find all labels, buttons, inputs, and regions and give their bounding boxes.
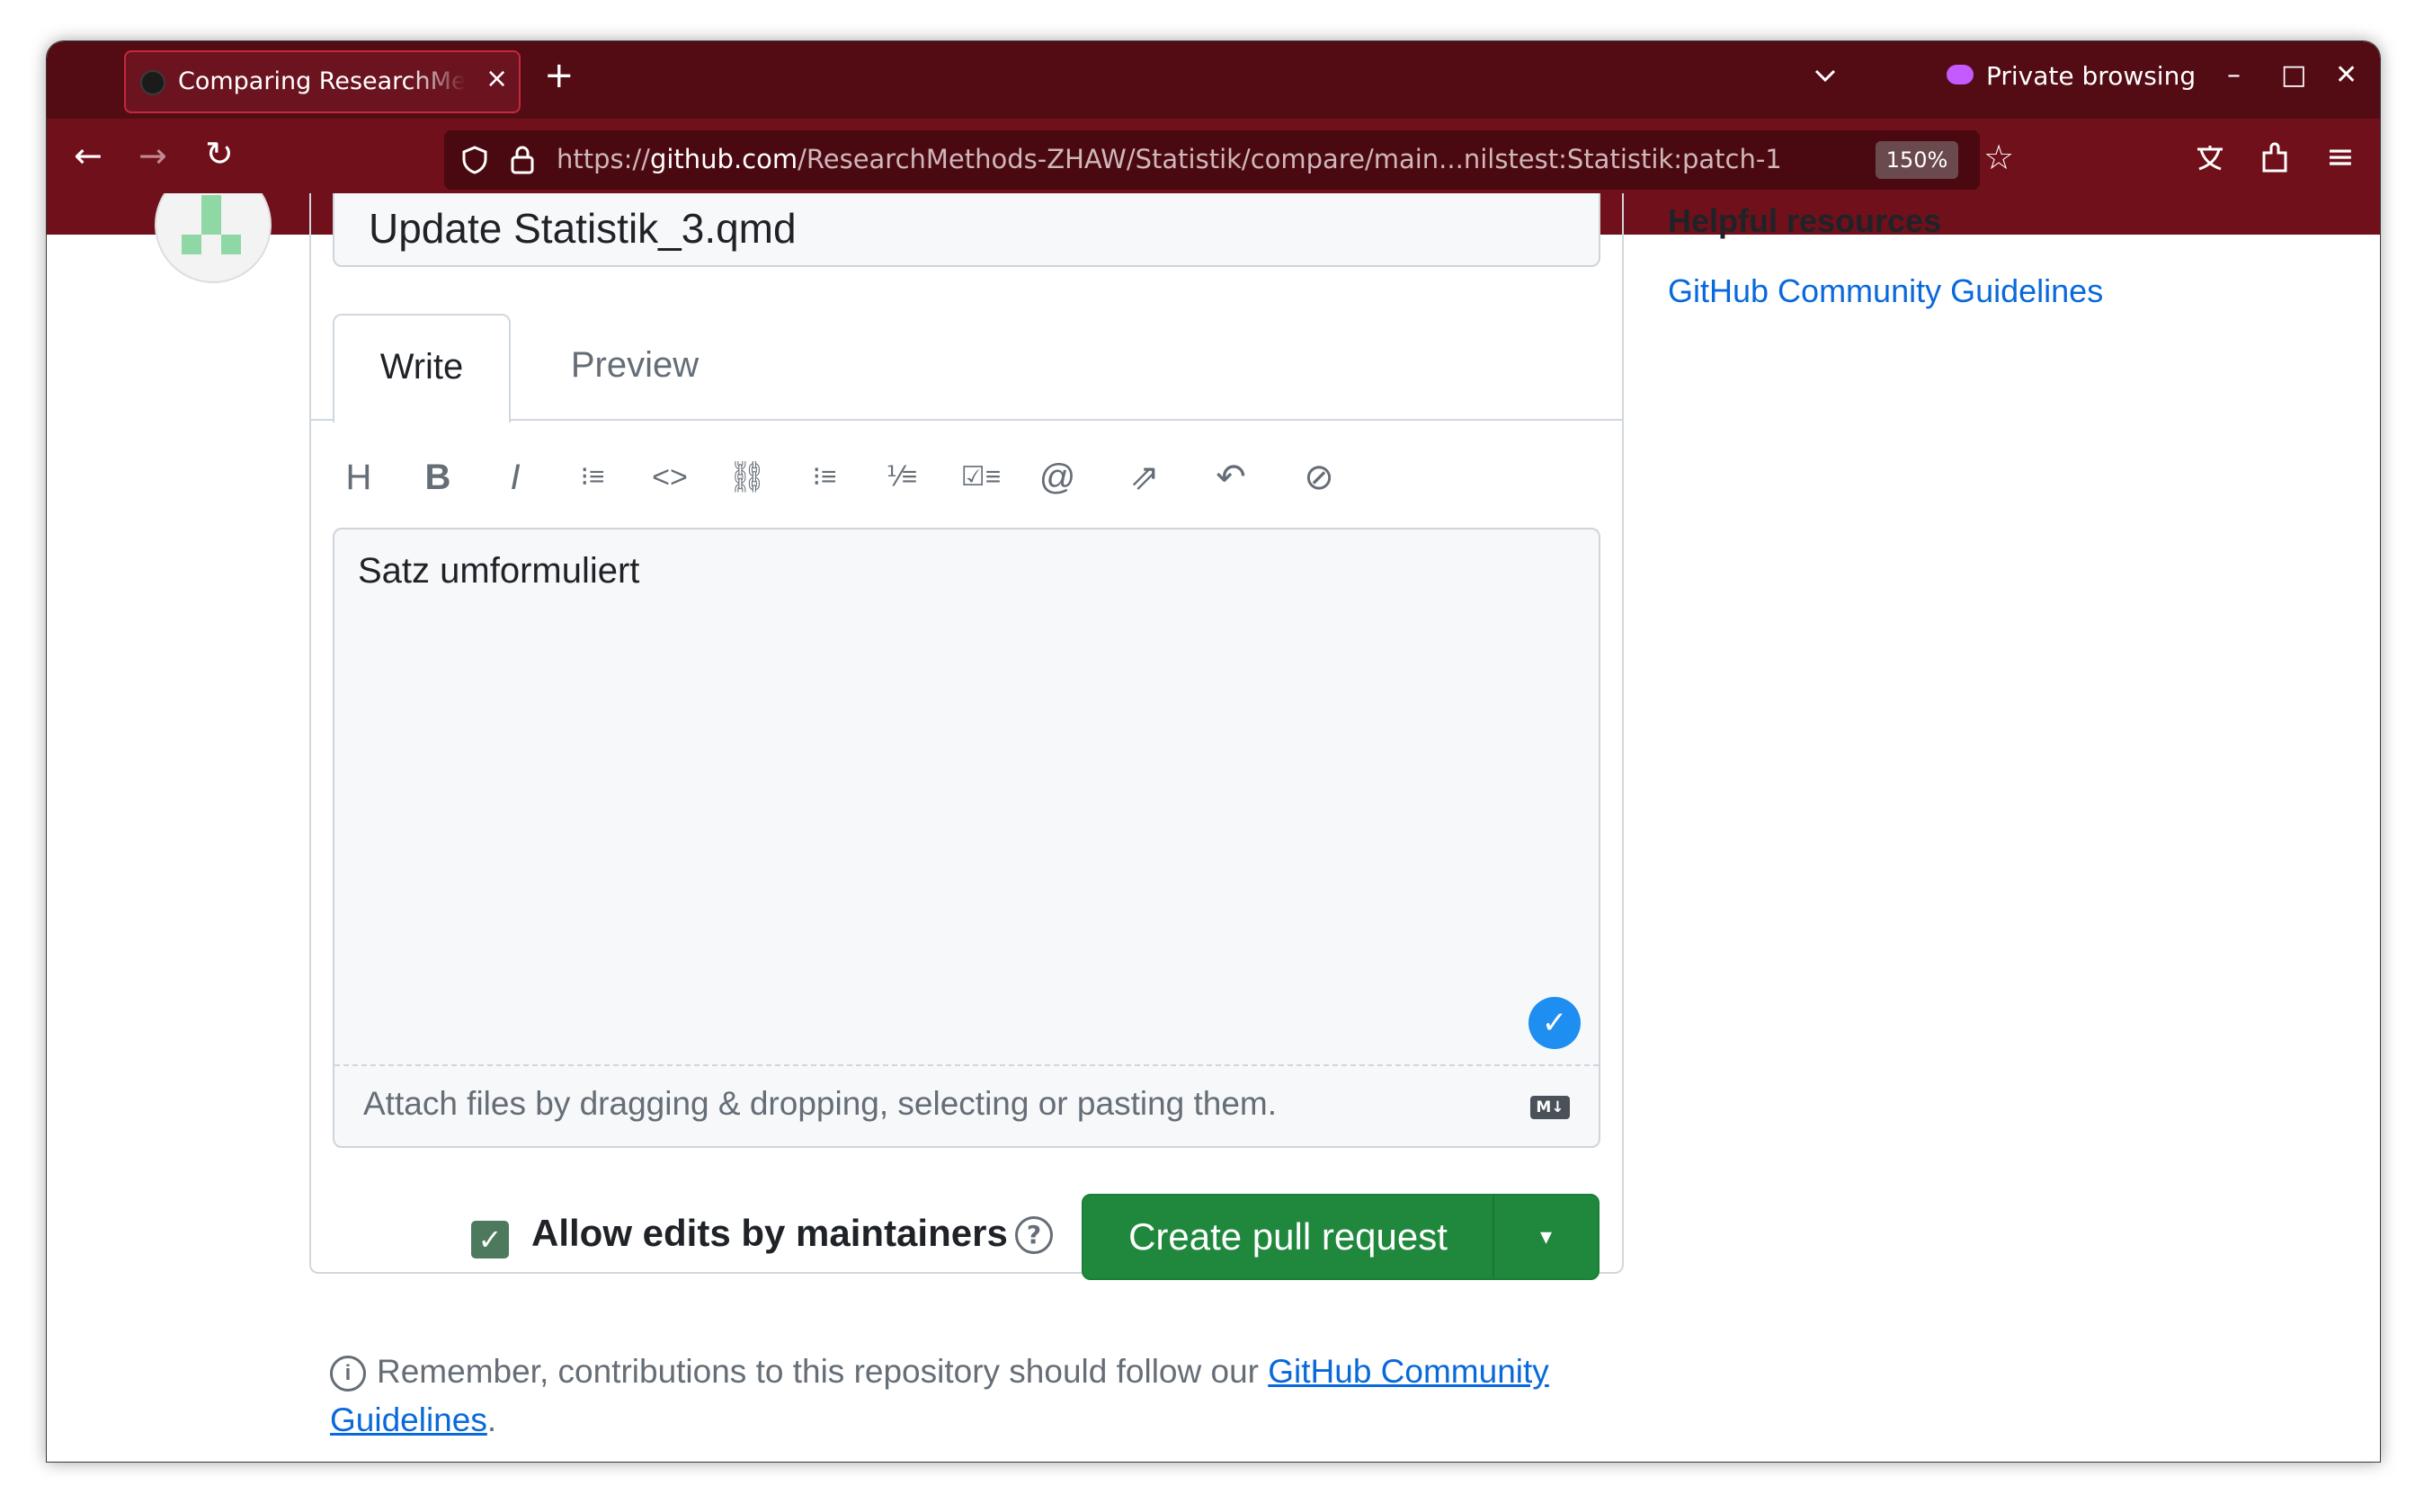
zoom-level[interactable]: 150% <box>1876 141 1958 179</box>
bold-icon[interactable]: B <box>414 454 461 501</box>
reminder-text: Remember, contributions to this reposito… <box>377 1353 1269 1390</box>
italic-icon[interactable]: I <box>492 454 539 501</box>
tab-write[interactable]: Write <box>333 314 511 422</box>
private-browsing-label: Private browsing <box>1986 61 2197 91</box>
identicon <box>182 195 241 254</box>
sidebar-guidelines-link[interactable]: GitHub Community Guidelines <box>1668 272 2103 310</box>
page-content: Update Statistik_3.qmd Write Preview H B… <box>46 193 2379 1461</box>
url-prefix: https:// <box>557 144 650 174</box>
code-icon[interactable]: <> <box>646 454 693 501</box>
task-list-icon[interactable]: ☑≡ <box>958 454 1004 501</box>
quote-icon[interactable]: ⁝≡ <box>569 454 616 501</box>
slash-command-icon[interactable]: ⊘ <box>1296 454 1342 501</box>
reminder-end: . <box>486 1401 497 1438</box>
new-tab-button[interactable]: + <box>544 58 575 93</box>
tab-title: Comparing ResearchMethods-ZHAW <box>178 67 466 95</box>
app-menu-icon[interactable]: ≡ <box>2326 137 2355 176</box>
reload-button[interactable]: ↻ <box>205 134 234 173</box>
heading-icon[interactable]: H <box>335 454 382 501</box>
tab-preview[interactable]: Preview <box>522 314 747 417</box>
create-pull-request-button[interactable]: Create pull request ▾ <box>1082 1194 1600 1280</box>
allow-edits-checkbox[interactable]: ✓ <box>471 1221 509 1259</box>
markdown-icon[interactable]: M↓ <box>1530 1096 1570 1119</box>
close-window-button[interactable]: ✕ <box>2335 59 2357 91</box>
pr-body-textarea[interactable]: Satz umformuliert ✓ Attach files by drag… <box>333 528 1600 1148</box>
bullet-list-icon[interactable]: ⁝≡ <box>801 454 848 501</box>
grammar-check-icon[interactable]: ✓ <box>1528 997 1581 1049</box>
address-bar[interactable]: https://github.com/ResearchMethods-ZHAW/… <box>444 130 2014 190</box>
browser-tab[interactable]: Comparing ResearchMethods-ZHAW × <box>124 50 521 113</box>
link-icon[interactable]: ⛓ <box>724 454 771 501</box>
forward-button[interactable]: → <box>138 136 167 175</box>
github-icon <box>140 70 165 95</box>
numbered-list-icon[interactable]: ⅟≡ <box>878 454 925 501</box>
shield-icon[interactable] <box>460 145 489 175</box>
info-icon: i <box>330 1356 366 1392</box>
tab-strip: Comparing ResearchMethods-ZHAW × + Priva… <box>47 41 2380 119</box>
attach-divider <box>334 1064 1599 1066</box>
tab-list-icon[interactable] <box>1811 61 1840 90</box>
extensions-icon[interactable] <box>2259 140 2291 174</box>
translate-icon[interactable] <box>2194 142 2226 174</box>
help-icon[interactable]: ? <box>1015 1216 1053 1254</box>
url-text[interactable]: https://github.com/ResearchMethods-ZHAW/… <box>557 144 1782 174</box>
private-browsing-indicator: Private browsing <box>1947 61 2196 91</box>
mention-icon[interactable]: @ <box>1034 454 1081 501</box>
attach-files-hint[interactable]: Attach files by dragging & dropping, sel… <box>363 1085 1277 1123</box>
contribution-reminder: i Remember, contributions to this reposit… <box>330 1347 1607 1445</box>
maximize-button[interactable]: □ <box>2281 59 2306 91</box>
private-mask-icon <box>1947 65 1974 84</box>
pr-title-input[interactable]: Update Statistik_3.qmd <box>333 193 1600 267</box>
allow-edits-label[interactable]: Allow edits by maintainers <box>531 1212 1008 1255</box>
create-pull-request-label[interactable]: Create pull request <box>1083 1196 1493 1278</box>
chevron-down-icon[interactable]: ▾ <box>1494 1196 1598 1278</box>
url-path: /ResearchMethods-ZHAW/Statistik/compare/… <box>798 144 1782 174</box>
bookmark-star-icon[interactable]: ☆ <box>1983 138 2014 177</box>
saved-reply-icon[interactable]: ↶ <box>1208 454 1254 501</box>
avatar <box>155 193 272 283</box>
pr-body-text: Satz umformuliert <box>358 551 640 591</box>
tab-close-icon[interactable]: × <box>486 63 508 94</box>
minimize-button[interactable]: – <box>2227 59 2241 91</box>
lock-icon[interactable] <box>509 145 536 175</box>
url-host: github.com <box>649 144 798 174</box>
sidebar-title: Helpful resources <box>1668 202 1942 239</box>
back-button[interactable]: ← <box>74 136 102 175</box>
cross-reference-icon[interactable]: ⇗ <box>1121 454 1168 501</box>
